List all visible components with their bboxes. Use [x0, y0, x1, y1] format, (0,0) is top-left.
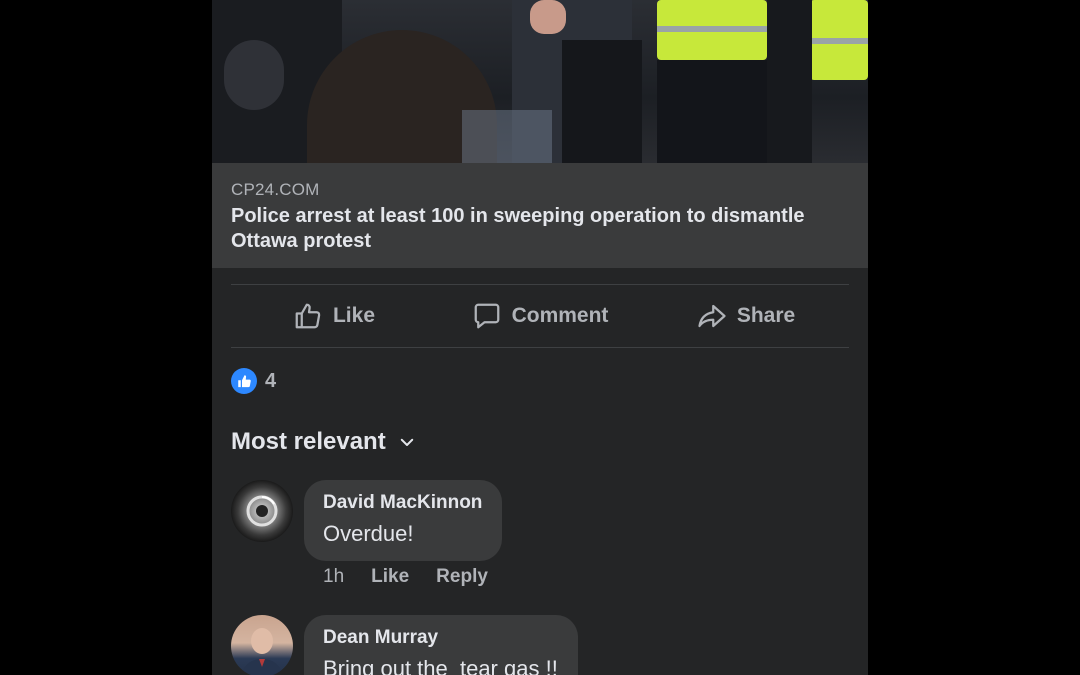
comment-label: Comment — [511, 304, 609, 327]
comment-button[interactable]: Comment — [437, 301, 643, 331]
avatar[interactable] — [231, 615, 293, 675]
comment-author[interactable]: Dean Murray — [323, 625, 558, 651]
link-preview[interactable]: CP24.COM Police arrest at least 100 in s… — [212, 163, 868, 268]
photo-snow — [462, 110, 552, 163]
share-button[interactable]: Share — [643, 301, 849, 331]
photo-arm — [562, 40, 642, 163]
divider — [231, 347, 849, 348]
comment-bubble: David MacKinnon Overdue! — [304, 480, 503, 561]
thumbs-up-icon — [295, 303, 321, 329]
photo-figure — [657, 60, 767, 163]
chevron-down-icon — [400, 438, 413, 446]
like-button[interactable]: Like — [231, 301, 437, 331]
sort-label: Most relevant — [231, 428, 386, 455]
speech-bubble-icon — [474, 303, 499, 329]
comment-sort-dropdown[interactable]: Most relevant — [231, 428, 416, 456]
post-panel: CP24.COM Police arrest at least 100 in s… — [212, 0, 868, 675]
reaction-summary[interactable]: 4 — [231, 368, 276, 394]
comment-text: Bring out the tear gas !! — [323, 656, 558, 675]
photo-hand — [530, 0, 566, 34]
share-arrow-icon — [698, 304, 726, 328]
comment-text: Overdue! — [323, 521, 414, 546]
comment-like-button[interactable]: Like — [371, 566, 409, 588]
post-actions: Like Comment Share — [231, 285, 849, 347]
like-reaction-icon — [231, 368, 257, 394]
turbo-icon — [246, 495, 278, 527]
comment-author[interactable]: David MacKinnon — [323, 490, 482, 516]
photo-figure — [767, 0, 812, 163]
link-domain: CP24.COM — [231, 180, 320, 199]
comment-meta: 1h Like Reply — [323, 566, 488, 588]
photo-police-vest — [810, 0, 868, 80]
link-headline[interactable]: Police arrest at least 100 in sweeping o… — [231, 204, 831, 254]
person-icon — [241, 628, 283, 675]
post-photo[interactable] — [212, 0, 868, 163]
comment-reply-button[interactable]: Reply — [436, 566, 488, 588]
comment-bubble: Dean Murray Bring out the tear gas !! — [304, 615, 578, 675]
photo-figure — [224, 40, 284, 110]
comment-time[interactable]: 1h — [323, 566, 344, 588]
share-label: Share — [736, 304, 796, 327]
like-label: Like — [332, 304, 376, 327]
reaction-count: 4 — [265, 369, 277, 392]
avatar[interactable] — [231, 480, 293, 542]
photo-police-vest — [657, 0, 767, 60]
